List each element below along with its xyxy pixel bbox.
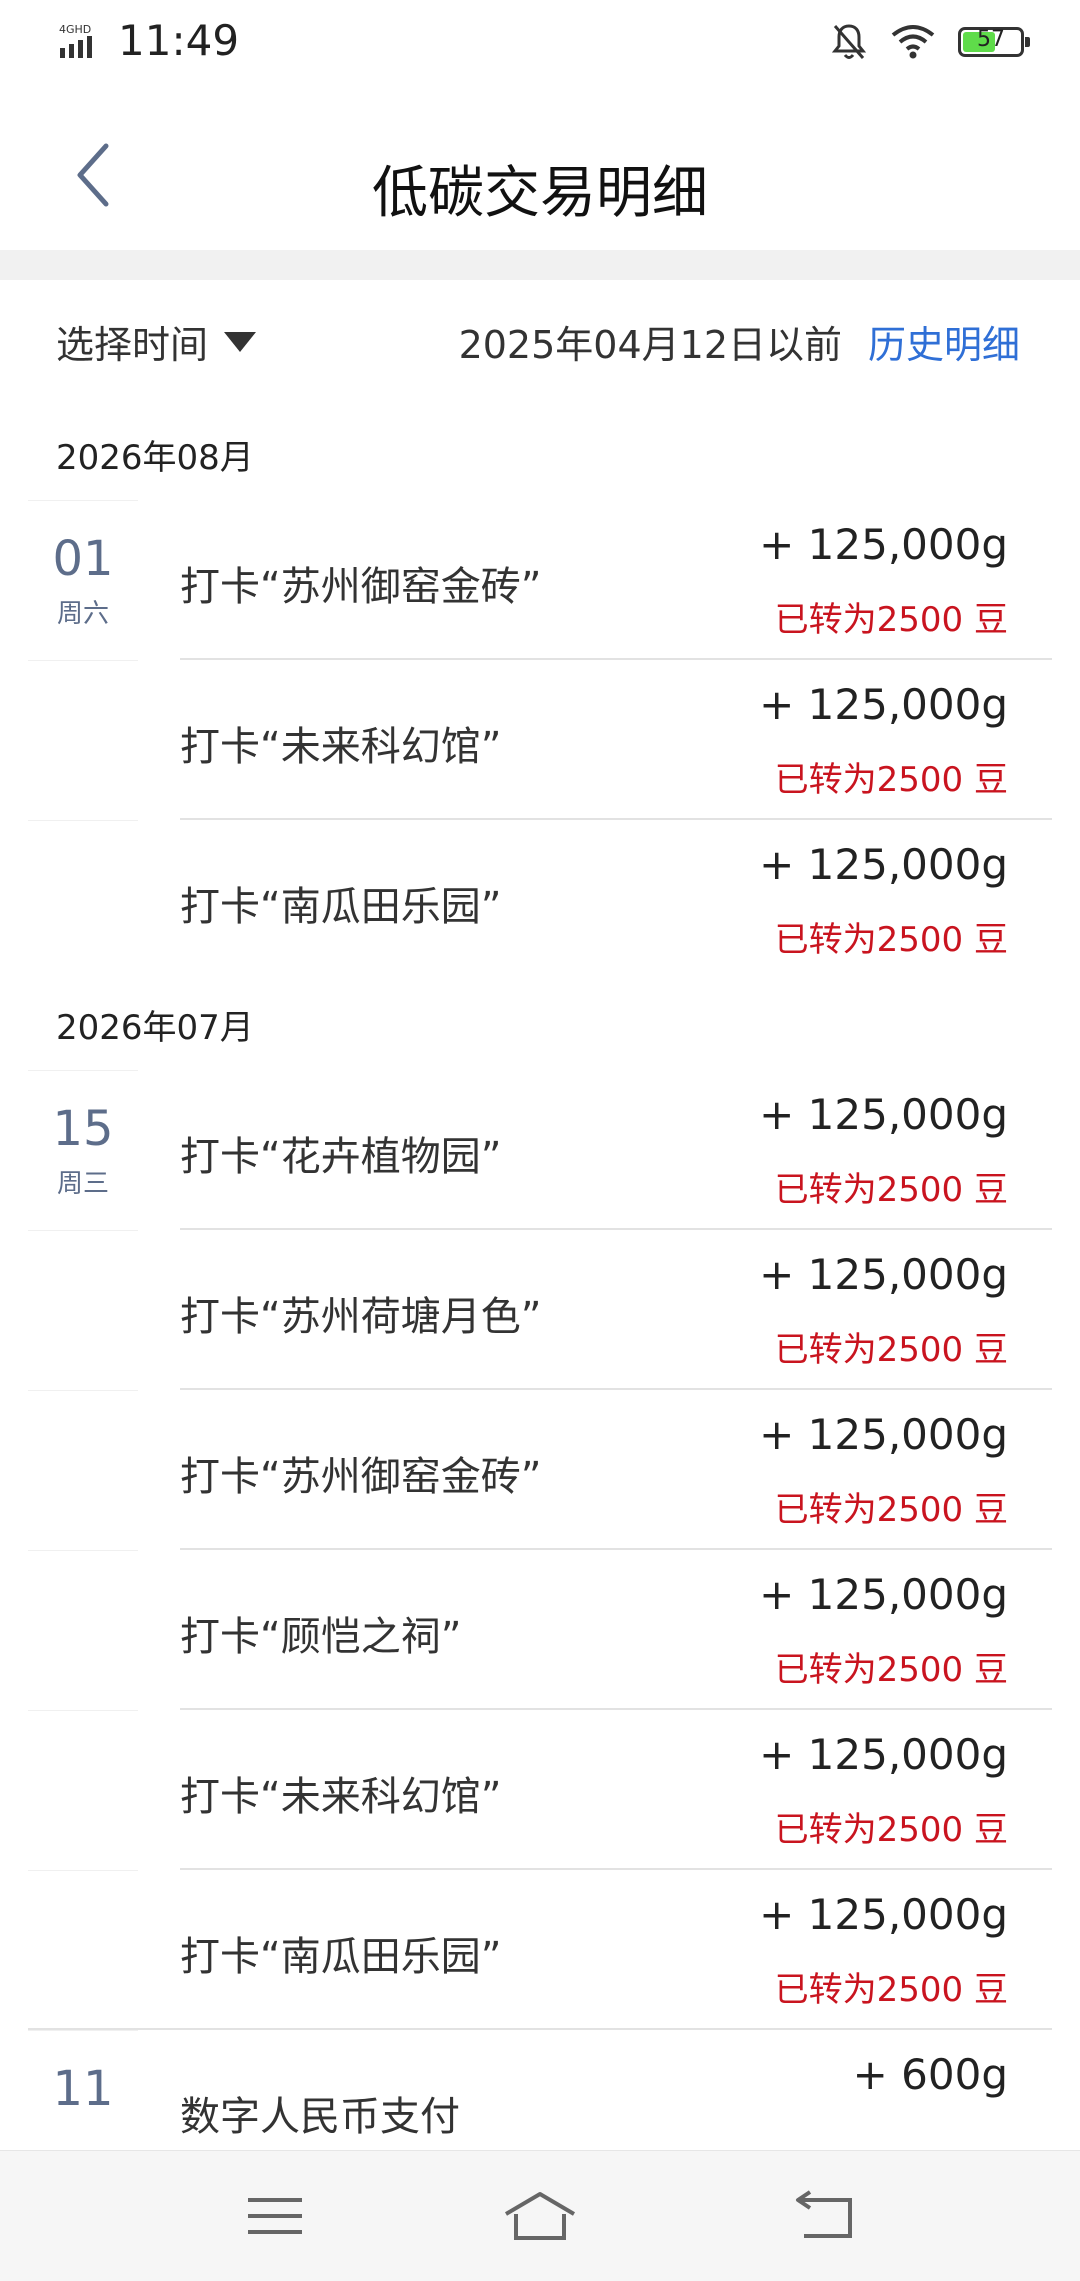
date-column: 15 周三 <box>28 1070 138 1231</box>
transaction-row[interactable]: 打卡“苏州荷塘月色” + 125,000g 已转为2500 豆 <box>0 1230 1080 1390</box>
transaction-title: 数字人民币支付 <box>180 2094 460 2140</box>
signal-icon: 4GHD <box>59 23 92 58</box>
weekday-label: 周三 <box>56 1169 109 1199</box>
carbon-amount: + 600g <box>852 2050 1008 2099</box>
section-divider <box>0 250 1080 280</box>
battery-icon: 57 <box>958 27 1030 57</box>
carbon-amount: + 125,000g <box>759 840 1008 889</box>
time-select-label: 选择时间 <box>56 323 209 367</box>
carbon-amount: + 125,000g <box>759 1090 1008 1139</box>
system-nav-bar <box>0 2150 1080 2281</box>
transaction-row[interactable]: 打卡“未来科幻馆” + 125,000g 已转为2500 豆 <box>0 1710 1080 1870</box>
battery-percent: 57 <box>977 27 1005 52</box>
day-number: 01 <box>52 531 114 587</box>
transaction-title: 打卡“南瓜田乐园” <box>180 884 502 930</box>
date-column <box>28 660 138 821</box>
transaction-row[interactable]: 打卡“顾恺之祠” + 125,000g 已转为2500 豆 <box>0 1550 1080 1710</box>
page-title: 低碳交易明细 <box>372 161 708 226</box>
transaction-row[interactable]: 打卡“苏州御窑金砖” + 125,000g 已转为2500 豆 <box>0 1390 1080 1550</box>
transaction-row[interactable]: 打卡“未来科幻馆” + 125,000g 已转为2500 豆 <box>0 660 1080 820</box>
dropdown-triangle-icon <box>224 331 257 352</box>
carbon-amount: + 125,000g <box>759 1410 1008 1459</box>
date-column <box>28 1710 138 1871</box>
weekday-label: 周六 <box>56 599 109 629</box>
transaction-title: 打卡“顾恺之祠” <box>180 1614 462 1660</box>
svg-text:4GHD: 4GHD <box>59 23 91 36</box>
transaction-title: 打卡“花卉植物园” <box>180 1134 502 1180</box>
month-header: 2026年08月 <box>0 410 1080 500</box>
transaction-title: 打卡“南瓜田乐园” <box>180 1934 502 1980</box>
date-column <box>28 1550 138 1711</box>
converted-beans: 已转为2500 豆 <box>774 600 1008 640</box>
transaction-row[interactable]: 15 周三 打卡“花卉植物园” + 125,000g 已转为2500 豆 <box>0 1070 1080 1230</box>
transaction-title: 打卡“苏州荷塘月色” <box>180 1294 542 1340</box>
status-bar: 4GHD 11:49 57 <box>0 0 1080 90</box>
filter-row: 选择时间 2025年04月12日以前 历史明细 <box>0 300 1080 380</box>
carbon-amount: + 125,000g <box>759 1570 1008 1619</box>
carbon-amount: + 125,000g <box>759 1730 1008 1779</box>
converted-beans: 已转为2500 豆 <box>774 760 1008 800</box>
transaction-list: 2026年08月 01 周六 打卡“苏州御窑金砖” + 125,000g 已转为2500 … <box>0 410 1080 2190</box>
converted-beans: 已转为2500 豆 <box>774 1970 1008 2010</box>
time-select-dropdown[interactable]: 选择时间 <box>56 314 257 369</box>
wifi-icon <box>891 25 935 59</box>
month-label: 2026年08月 <box>56 438 254 478</box>
date-column <box>28 820 138 981</box>
transaction-title: 打卡“未来科幻馆” <box>180 1774 502 1820</box>
carbon-amount: + 125,000g <box>759 680 1008 729</box>
transaction-row[interactable]: 01 周六 打卡“苏州御窑金砖” + 125,000g 已转为2500 豆 <box>0 500 1080 660</box>
mute-bell-icon <box>831 24 867 59</box>
menu-icon[interactable] <box>240 2186 310 2246</box>
day-number: 11 <box>52 2061 114 2117</box>
transaction-title: 打卡“苏州御窑金砖” <box>180 564 542 610</box>
history-detail-link[interactable]: 历史明细 <box>868 314 1020 369</box>
transaction-row[interactable]: 打卡“南瓜田乐园” + 125,000g 已转为2500 豆 <box>0 1870 1080 2030</box>
transaction-row[interactable]: 打卡“南瓜田乐园” + 125,000g 已转为2500 豆 <box>0 820 1080 980</box>
home-icon[interactable] <box>500 2186 580 2246</box>
header: 低碳交易明细 <box>0 90 1080 250</box>
back-nav-icon[interactable] <box>790 2186 860 2246</box>
before-date-text: 2025年04月12日以前 <box>458 323 842 367</box>
carbon-amount: + 125,000g <box>759 1890 1008 1939</box>
date-column <box>28 1390 138 1551</box>
month-header: 2026年07月 <box>0 980 1080 1070</box>
carbon-amount: + 125,000g <box>759 1250 1008 1299</box>
carbon-amount: + 125,000g <box>759 520 1008 569</box>
transaction-title: 打卡“苏州御窑金砖” <box>180 1454 542 1500</box>
date-column: 01 周六 <box>28 500 138 661</box>
converted-beans: 已转为2500 豆 <box>774 1170 1008 1210</box>
converted-beans: 已转为2500 豆 <box>774 920 1008 960</box>
day-number: 15 <box>52 1101 114 1157</box>
converted-beans: 已转为2500 豆 <box>774 1490 1008 1530</box>
transaction-title: 打卡“未来科幻馆” <box>180 724 502 770</box>
date-column <box>28 1230 138 1391</box>
converted-beans: 已转为2500 豆 <box>774 1330 1008 1370</box>
converted-beans: 已转为2500 豆 <box>774 1810 1008 1850</box>
converted-beans: 已转为2500 豆 <box>774 1650 1008 1690</box>
month-label: 2026年07月 <box>56 1008 254 1048</box>
date-column <box>28 1870 138 2031</box>
status-time: 11:49 <box>118 16 240 65</box>
